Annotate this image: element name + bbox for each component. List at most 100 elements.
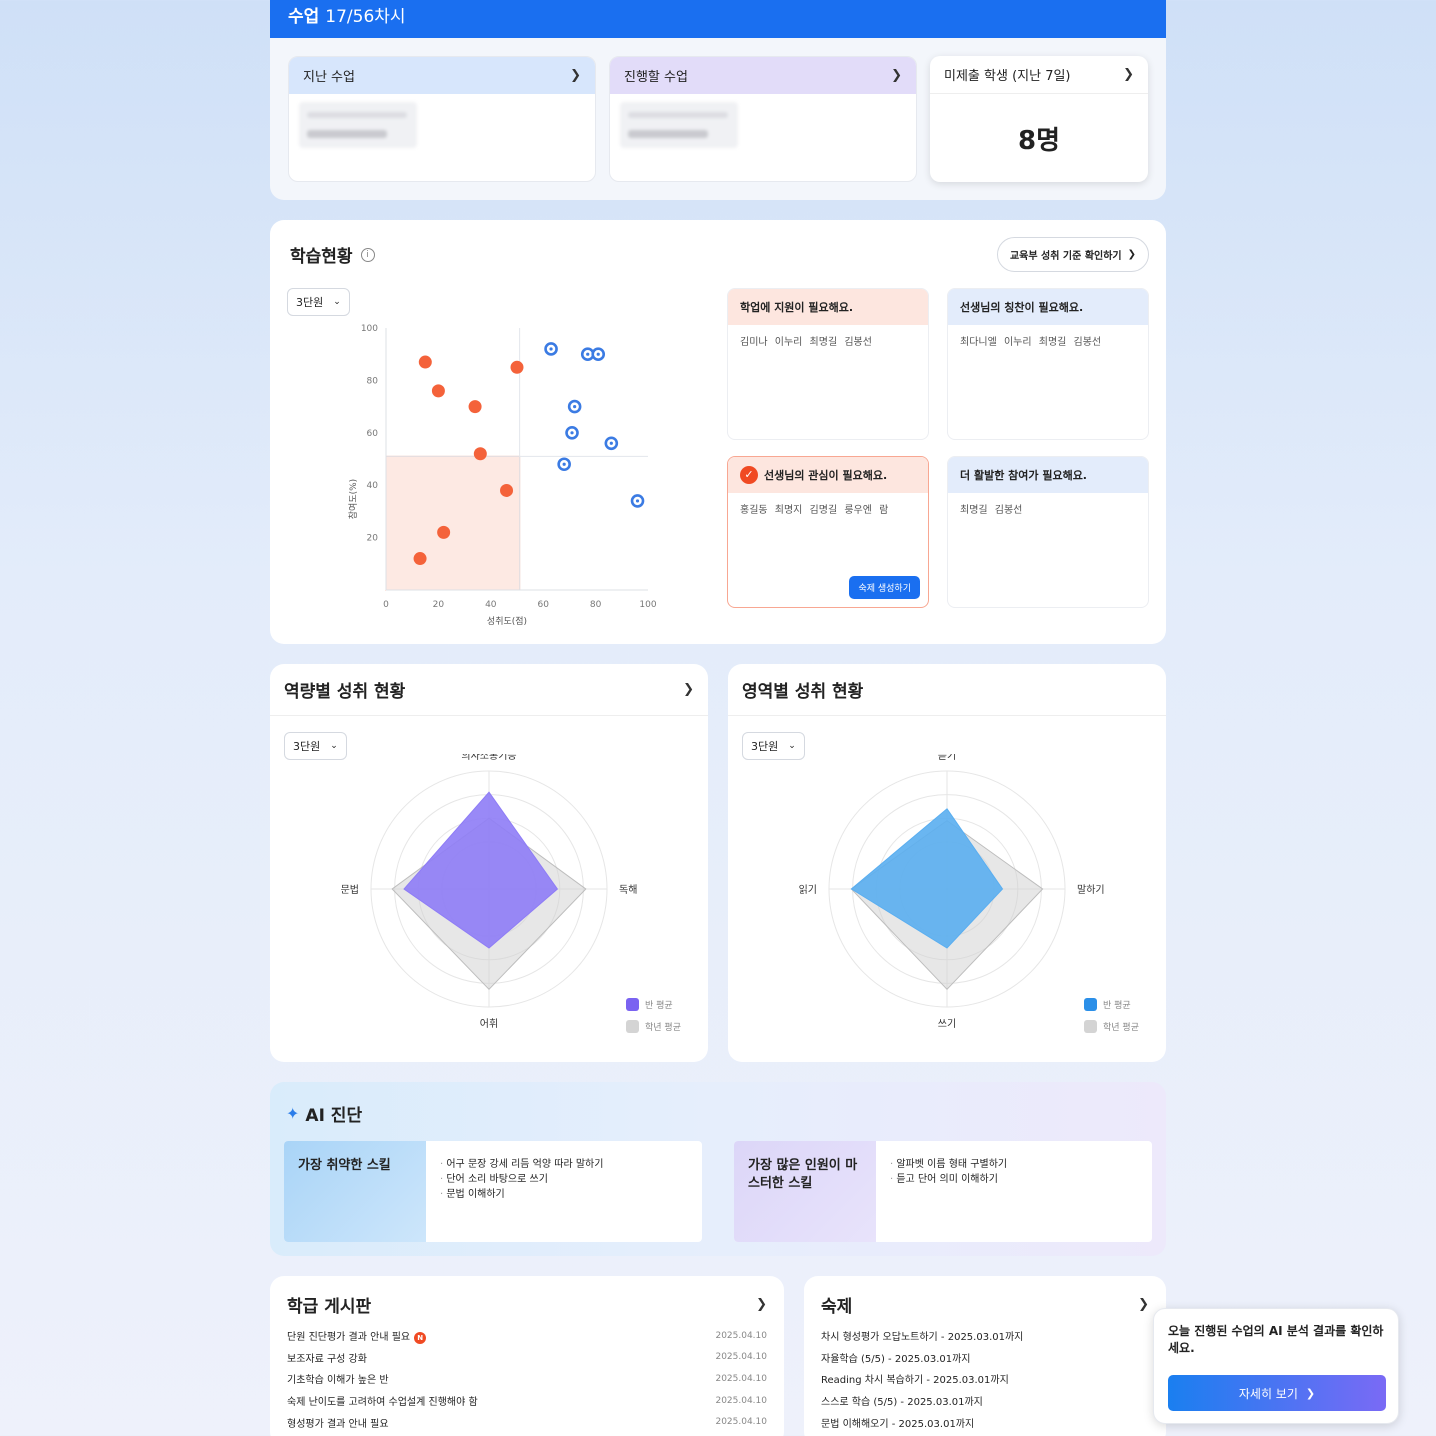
list-item[interactable]: 차시 형성평가 오답노트하기 - 2025.03.01까지 — [821, 1325, 1149, 1347]
chevron-right-icon: ❯ — [1305, 1386, 1316, 1400]
unit-select-value: 3단원 — [751, 740, 779, 753]
chevron-right-icon: ❯ — [570, 68, 581, 83]
radar-axis-label: 쓰기 — [938, 1018, 956, 1030]
list-item: 알파벳 이름 형태 구별하기 — [890, 1157, 1007, 1172]
chevron-down-icon: ⌄ — [333, 297, 341, 307]
status-card-participation[interactable]: 더 활발한 참여가 필요해요. 최명길 김봉선 — [947, 456, 1149, 608]
new-badge: N — [414, 1331, 427, 1344]
chevron-right-icon[interactable]: ❯ — [756, 1297, 767, 1312]
next-lesson-label: 진행할 수업 — [624, 70, 688, 85]
radar-axis-label: 문법 — [341, 884, 359, 896]
y-tick-label: 20 — [367, 534, 379, 544]
chevron-right-icon[interactable]: ❯ — [683, 682, 694, 697]
mastered-skill-label: 가장 많은 인원이 마스터한 스킬 — [734, 1141, 876, 1242]
radar-axis-label: 어휘 — [480, 1018, 498, 1030]
list-item[interactable]: 문법 이해해오기 - 2025.03.01까지 — [821, 1411, 1149, 1433]
radar-axis-label: 읽기 — [799, 883, 817, 896]
chevron-right-icon: ❯ — [1127, 249, 1137, 260]
list-item: 듣고 단어 의미 이해하기 — [890, 1172, 1007, 1187]
missing-students-card[interactable]: 미제출 학생 (지난 7일) ❯ 8명 — [930, 56, 1148, 182]
list-item: 문법 이해하기 — [440, 1187, 603, 1202]
data-point — [431, 384, 445, 398]
achievement-scatter-chart: 20 40 60 80 100 0 20 40 60 80 100 성취도(점) 참여도(%) — [347, 324, 657, 627]
status-card-attention[interactable]: ✓ 선생님의 관심이 필요해요. 홍길동 최명지 김명길 룽우엔 람 숙제 생성… — [727, 456, 929, 608]
homework-item-text: 자율학습 (5/5) - 2025.03.01까지 — [821, 1353, 971, 1365]
next-lesson-card[interactable]: 진행할 수업 ❯ — [609, 56, 917, 182]
list-item[interactable]: 스스로 학습 (5/5) - 2025.03.01까지 — [821, 1390, 1149, 1412]
low-zone-box — [385, 455, 521, 591]
list-item[interactable]: 보조자료 구성 강화 2025.04.10 — [287, 1347, 767, 1369]
radar-axis-label: 듣기 — [938, 754, 956, 762]
list-item[interactable]: 단원 진단평가 결과 안내 필요 N 2025.04.10 — [287, 1325, 767, 1347]
header-title: 수업 — [288, 7, 320, 27]
legend-grade: 학년 평균 — [626, 1020, 681, 1033]
legend-label: 반 평균 — [1103, 1001, 1131, 1011]
board-item-date: 2025.04.10 — [715, 1330, 767, 1341]
board-item-text: 형성평가 결과 안내 필요 — [287, 1418, 389, 1430]
legend-class: 반 평균 — [626, 998, 673, 1011]
board-item-date: 2025.04.10 — [715, 1352, 767, 1363]
generate-homework-button[interactable]: 숙제 생성하기 — [849, 576, 920, 599]
past-lesson-card[interactable]: 지난 수업 ❯ — [288, 56, 596, 182]
x-tick-label: 80 — [590, 600, 602, 610]
list-item[interactable]: 기초학습 이해가 높은 반 2025.04.10 — [287, 1368, 767, 1390]
mastered-skill-list: 알파벳 이름 형태 구별하기 듣고 단어 의미 이해하기 — [876, 1141, 1021, 1242]
card-names: 최다니엘 이누리 최명길 김봉선 — [960, 337, 1102, 348]
competency-panel: 역량별 성취 현황 ❯ 3단원 ⌄ 의사소통기능 독해 어휘 문법 반 평균 학년 평… — [270, 664, 708, 1062]
list-item[interactable]: 숙제 난이도를 고려하여 수업설계 진행해야 함 2025.04.10 — [287, 1390, 767, 1412]
data-point — [413, 552, 427, 566]
status-card-support[interactable]: 학업에 지원이 필요해요. 김미나 이누리 최명길 김봉선 — [727, 288, 929, 440]
card-names: 최명길 김봉선 — [960, 505, 1023, 516]
legend-swatch — [1084, 998, 1097, 1011]
data-point-center — [570, 431, 574, 435]
list-item[interactable]: Reading 차시 복습하기 - 2025.03.01까지 — [821, 1368, 1149, 1390]
radar-axis-label: 독해 — [619, 883, 637, 896]
y-tick-label: 40 — [367, 481, 379, 491]
board-item-date: 2025.04.10 — [715, 1417, 767, 1428]
data-point-center — [562, 462, 566, 466]
data-point-center — [609, 441, 613, 445]
board-item-date: 2025.04.10 — [715, 1373, 767, 1384]
chevron-right-icon[interactable]: ❯ — [1138, 1297, 1149, 1312]
list-item[interactable]: 자율학습 (5/5) - 2025.03.01까지 — [821, 1347, 1149, 1369]
mastered-skill-box: 가장 많은 인원이 마스터한 스킬 알파벳 이름 형태 구별하기 듣고 단어 의… — [734, 1141, 1152, 1242]
list-item[interactable]: 형성평가 결과 안내 필요 2025.04.10 — [287, 1411, 767, 1433]
chevron-down-icon: ⌄ — [330, 741, 338, 751]
domain-panel: 영역별 성취 현황 3단원 ⌄ 듣기 말하기 쓰기 읽기 반 평균 학년 평균 — [728, 664, 1166, 1062]
check-circle-icon: ✓ — [740, 466, 758, 484]
weak-skill-list: 어구 문장 강세 리듬 억양 따라 말하기 단어 소리 바탕으로 쓰기 문법 이… — [426, 1141, 617, 1242]
board-item-text: 단원 진단평가 결과 안내 필요 — [287, 1331, 411, 1343]
board-item-text: 보조자료 구성 강화 — [287, 1353, 367, 1365]
card-title: 선생님의 관심이 필요해요. — [764, 469, 888, 482]
learning-status-panel: 학습현황 i 교육부 성취 기준 확인하기 ❯ 3단원 ⌄ 20 40 60 80 10… — [270, 220, 1166, 644]
blurred-lesson-info — [299, 102, 417, 148]
learning-title: 학습현황 — [290, 247, 353, 267]
unit-select[interactable]: 3단원 ⌄ — [287, 288, 350, 316]
board-item-date: 2025.04.10 — [715, 1395, 767, 1406]
homework-title: 숙제 — [821, 1297, 853, 1317]
view-details-label: 자세히 보기 — [1238, 1386, 1298, 1401]
status-card-praise[interactable]: 선생님의 칭찬이 필요해요. 최다니엘 이누리 최명길 김봉선 — [947, 288, 1149, 440]
legend-label: 학년 평균 — [645, 1023, 681, 1033]
y-tick-label: 60 — [367, 429, 379, 439]
x-tick-label: 0 — [383, 600, 389, 610]
homework-item-text: 차시 형성평가 오답노트하기 - 2025.03.01까지 — [821, 1332, 1024, 1344]
radar-axis-label: 의사소통기능 — [461, 754, 516, 762]
unit-select-value: 3단원 — [293, 740, 321, 753]
info-icon[interactable]: i — [360, 247, 375, 262]
list-item: 어구 문장 강세 리듬 억양 따라 말하기 — [440, 1157, 603, 1172]
chevron-right-icon: ❯ — [891, 68, 902, 83]
standard-check-button[interactable]: 교육부 성취 기준 확인하기 ❯ — [997, 237, 1149, 272]
card-names: 홍길동 최명지 김명길 룽우엔 람 — [740, 505, 889, 516]
card-title: 더 활발한 참여가 필요해요. — [960, 469, 1087, 482]
board-title: 학급 게시판 — [287, 1297, 372, 1317]
data-point — [468, 400, 482, 414]
legend-swatch — [1084, 1020, 1097, 1033]
y-axis-label: 참여도(%) — [347, 479, 359, 519]
ai-result-popup: 오늘 진행된 수업의 AI 분석 결과를 확인하세요. 자세히 보기 ❯ — [1153, 1308, 1399, 1424]
legend-swatch — [626, 1020, 639, 1033]
view-details-button[interactable]: 자세히 보기 ❯ — [1168, 1375, 1386, 1411]
x-tick-label: 100 — [639, 600, 656, 610]
board-item-text: 기초학습 이해가 높은 반 — [287, 1375, 389, 1387]
x-tick-label: 60 — [537, 600, 549, 610]
